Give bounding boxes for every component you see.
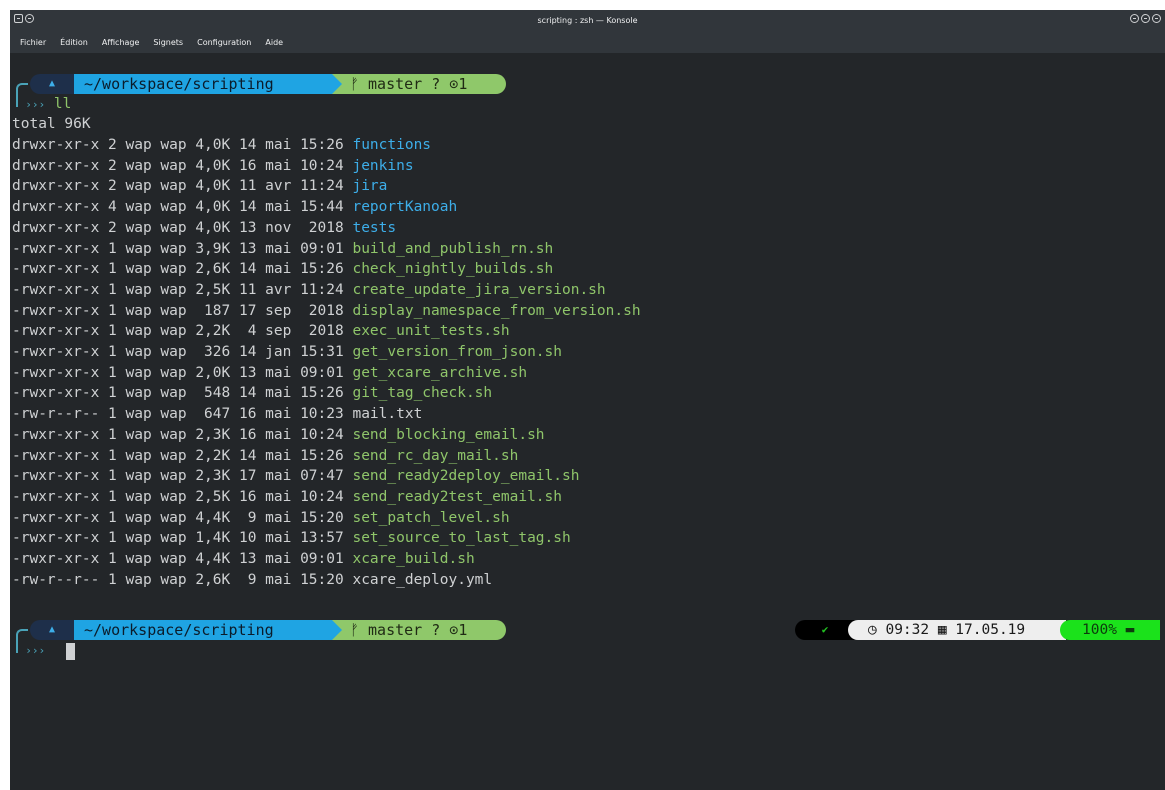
file-name: exec_unit_tests.sh	[352, 323, 510, 340]
file-meta: -rwxr-xr-x 1 wap wap 3,9K 13 mai 09:01	[12, 240, 353, 257]
listing-row: -rwxr-xr-x 1 wap wap 2,3K 17 mai 07:47 s…	[12, 466, 579, 486]
file-meta: -rwxr-xr-x 1 wap wap 2,5K 16 mai 10:24	[12, 488, 353, 505]
menu-view[interactable]: Affichage	[102, 38, 140, 47]
file-meta: -rwxr-xr-x 1 wap wap 2,6K 14 mai 15:26	[12, 261, 353, 278]
konsole-window: scripting : zsh — Konsole Fichier Éditio…	[10, 10, 1165, 790]
file-meta: -rwxr-xr-x 1 wap wap 4,4K 13 mai 09:01	[12, 551, 353, 567]
file-name: build_and_publish_rn.sh	[352, 240, 554, 257]
command-text: ll	[53, 96, 72, 112]
listing-row: drwxr-xr-x 2 wap wap 4,0K 11 avr 11:24 j…	[12, 176, 387, 196]
file-name: display_namespace_from_version.sh	[352, 302, 641, 319]
file-meta: -rwxr-xr-x 1 wap wap 326 14 jan 15:31	[12, 344, 353, 360]
exit-status-badge: ✔	[795, 620, 855, 640]
file-meta: drwxr-xr-x 2 wap wap 4,0K 11 avr 11:24	[12, 178, 353, 195]
file-name: get_xcare_archive.sh	[352, 364, 528, 381]
listing-total: total 96K	[12, 116, 91, 132]
file-name: get_version_from_json.sh	[352, 344, 562, 360]
listing-row: -rwxr-xr-x 1 wap wap 3,9K 13 mai 09:01 b…	[12, 239, 553, 259]
listing-row: -rwxr-xr-x 1 wap wap 2,3K 16 mai 10:24 s…	[12, 425, 545, 445]
file-meta: -rw-r--r-- 1 wap wap 647 16 mai 10:23	[12, 406, 353, 423]
file-name: tests	[352, 219, 397, 236]
file-meta: drwxr-xr-x 2 wap wap 4,0K 13 nov 2018	[12, 219, 353, 236]
file-meta: -rwxr-xr-x 1 wap wap 2,0K 13 mai 09:01	[12, 364, 353, 381]
file-name: git_tag_check.sh	[352, 385, 493, 402]
listing-row: -rwxr-xr-x 1 wap wap 1,4K 10 mai 13:57 s…	[12, 528, 571, 548]
file-meta: -rwxr-xr-x 1 wap wap 2,5K 11 avr 11:24	[12, 281, 353, 298]
file-meta: -rwxr-xr-x 1 wap wap 4,4K 9 mai 15:20	[12, 509, 353, 526]
close-icon[interactable]	[1152, 14, 1161, 23]
file-meta: drwxr-xr-x 2 wap wap 4,0K 16 mai 10:24	[12, 157, 353, 174]
file-name: create_update_jira_version.sh	[352, 281, 606, 298]
file-meta: -rwxr-xr-x 1 wap wap 2,2K 4 sep 2018	[12, 323, 353, 340]
listing-row: -rwxr-xr-x 1 wap wap 2,5K 11 avr 11:24 c…	[12, 280, 606, 300]
prompt-git-status: ᚠ master ? ⊙1	[332, 74, 506, 94]
text-cursor	[66, 643, 75, 660]
file-meta: -rw-r--r-- 1 wap wap 2,6K 9 mai 15:20	[12, 571, 353, 588]
prompt-directory: ~/workspace/scripting	[74, 74, 332, 94]
file-name: send_ready2deploy_email.sh	[352, 468, 580, 485]
file-name: check_nightly_builds.sh	[352, 261, 554, 278]
file-name: set_patch_level.sh	[352, 509, 510, 526]
os-icon: ▲	[30, 74, 74, 94]
clock-date: ◷ 09:32 ▦ 17.05.19	[848, 620, 1066, 640]
file-meta: -rwxr-xr-x 1 wap wap 187 17 sep 2018	[12, 302, 353, 319]
os-icon: ▲	[30, 620, 74, 640]
listing-row: drwxr-xr-x 2 wap wap 4,0K 16 mai 10:24 j…	[12, 156, 414, 176]
segment-separator	[332, 620, 342, 640]
file-meta: -rwxr-xr-x 1 wap wap 548 14 mai 15:26	[12, 385, 353, 402]
listing-row: -rwxr-xr-x 1 wap wap 2,5K 16 mai 10:24 s…	[12, 487, 562, 507]
prompt-directory: ~/workspace/scripting	[74, 620, 332, 640]
listing-row: -rwxr-xr-x 1 wap wap 326 14 jan 15:31 ge…	[12, 342, 562, 362]
listing-row: -rw-r--r-- 1 wap wap 647 16 mai 10:23 ma…	[12, 404, 422, 424]
listing-row: -rwxr-xr-x 1 wap wap 2,6K 14 mai 15:26 c…	[12, 259, 553, 279]
listing-row: drwxr-xr-x 2 wap wap 4,0K 13 nov 2018 te…	[12, 218, 396, 238]
file-name: functions	[352, 137, 432, 153]
file-name: xcare_build.sh	[352, 551, 475, 567]
command-line: ›››	[12, 640, 45, 660]
file-name: send_ready2test_email.sh	[352, 488, 562, 505]
file-name: send_rc_day_mail.sh	[352, 447, 519, 464]
prompt-arrow-icon: ›››	[12, 98, 46, 111]
file-meta: -rwxr-xr-x 1 wap wap 2,3K 17 mai 07:47	[12, 468, 353, 485]
listing-row: drwxr-xr-x 2 wap wap 4,0K 14 mai 15:26 f…	[12, 135, 431, 155]
battery-status: 100% ▬	[1060, 620, 1160, 640]
file-name: xcare_deploy.yml	[352, 571, 493, 588]
window-title: scripting : zsh — Konsole	[537, 16, 638, 25]
prompt-bar: ▲ ~/workspace/scripting ᚠ master ? ⊙1 ✔ …	[10, 620, 1165, 653]
listing-row: -rw-r--r-- 1 wap wap 2,6K 9 mai 15:20 xc…	[12, 570, 492, 590]
listing-row: -rwxr-xr-x 1 wap wap 187 17 sep 2018 dis…	[12, 301, 641, 321]
menu-edit[interactable]: Édition	[60, 38, 88, 47]
listing-row: -rwxr-xr-x 1 wap wap 2,2K 4 sep 2018 exe…	[12, 321, 510, 341]
segment-separator	[332, 74, 342, 94]
file-name: send_blocking_email.sh	[352, 426, 545, 443]
menu-settings[interactable]: Configuration	[197, 38, 251, 47]
minimize-icon[interactable]	[1130, 14, 1139, 23]
file-meta: -rwxr-xr-x 1 wap wap 1,4K 10 mai 13:57	[12, 530, 353, 547]
terminal-area[interactable]: ▲ ~/workspace/scripting ᚠ master ? ⊙1 ››…	[10, 53, 1165, 790]
menu-bar: Fichier Édition Affichage Signets Config…	[10, 31, 1165, 53]
file-name: set_source_to_last_tag.sh	[352, 530, 571, 547]
listing-row: -rwxr-xr-x 1 wap wap 2,2K 14 mai 15:26 s…	[12, 446, 518, 466]
menu-help[interactable]: Aide	[265, 38, 283, 47]
listing-row: drwxr-xr-x 4 wap wap 4,0K 14 mai 15:44 r…	[12, 197, 457, 217]
file-name: mail.txt	[352, 406, 423, 423]
maximize-icon[interactable]	[1141, 14, 1150, 23]
menu-file[interactable]: Fichier	[20, 38, 46, 47]
file-meta: drwxr-xr-x 4 wap wap 4,0K 14 mai 15:44	[12, 199, 353, 216]
menu-bookmarks[interactable]: Signets	[153, 38, 183, 47]
prompt-git-status: ᚠ master ? ⊙1	[332, 620, 506, 640]
file-meta: -rwxr-xr-x 1 wap wap 2,2K 14 mai 15:26	[12, 447, 353, 464]
listing-row: -rwxr-xr-x 1 wap wap 2,0K 13 mai 09:01 g…	[12, 363, 527, 383]
listing-row: -rwxr-xr-x 1 wap wap 4,4K 9 mai 15:20 se…	[12, 508, 510, 528]
file-meta: drwxr-xr-x 2 wap wap 4,0K 14 mai 15:26	[12, 137, 353, 153]
file-name: jira	[352, 178, 388, 195]
listing-row: -rwxr-xr-x 1 wap wap 4,4K 13 mai 09:01 x…	[12, 549, 475, 569]
prompt-arrow-icon: ›››	[12, 644, 46, 657]
command-line: ››› ll	[12, 94, 71, 114]
file-meta: -rwxr-xr-x 1 wap wap 2,3K 16 mai 10:24	[12, 426, 353, 443]
file-name: jenkins	[352, 157, 414, 174]
listing-row: -rwxr-xr-x 1 wap wap 548 14 mai 15:26 gi…	[12, 383, 492, 403]
file-name: reportKanoah	[352, 199, 458, 216]
title-bar: scripting : zsh — Konsole	[10, 10, 1165, 31]
